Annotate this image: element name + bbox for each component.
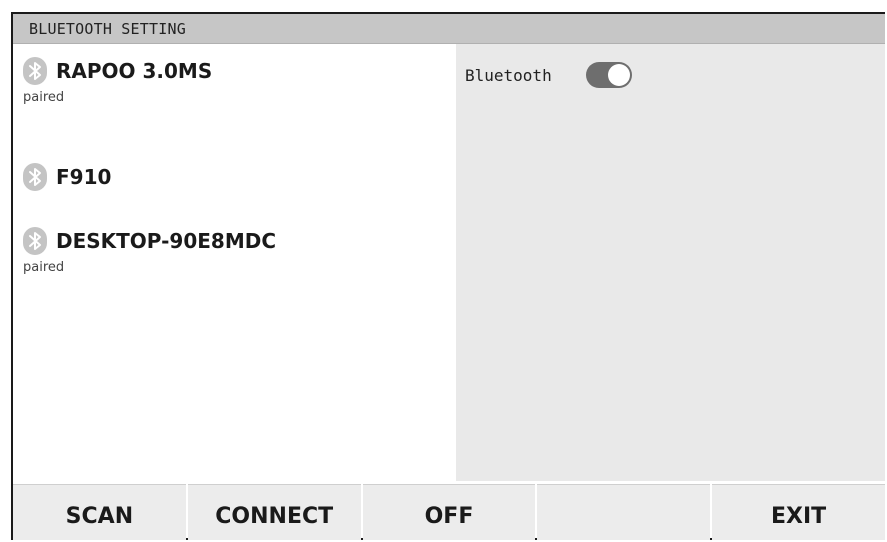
toggle-knob — [608, 64, 630, 86]
off-button[interactable]: OFF — [362, 484, 536, 540]
device-item-rapoo[interactable]: RAPOO 3.0MS paired — [23, 56, 212, 105]
device-name: RAPOO 3.0MS — [56, 59, 213, 83]
device-status: paired — [23, 260, 65, 275]
bluetooth-icon — [23, 57, 47, 85]
bluetooth-toggle-label: Bluetooth — [465, 66, 552, 85]
device-item-f910[interactable]: F910 — [23, 162, 111, 192]
device-status: paired — [23, 90, 65, 105]
blank-button[interactable] — [537, 484, 711, 540]
settings-panel: Bluetooth — [456, 44, 885, 481]
title-bar: BLUETOOTH SETTING — [13, 14, 885, 44]
button-bar: SCAN CONNECT OFF EXIT — [13, 484, 885, 540]
device-name: DESKTOP-90E8MDC — [56, 229, 277, 253]
exit-button[interactable]: EXIT — [712, 484, 885, 540]
connect-button[interactable]: CONNECT — [187, 484, 361, 540]
bluetooth-icon — [23, 163, 47, 191]
bluetooth-toggle[interactable] — [586, 62, 632, 88]
device-list: RAPOO 3.0MS paired F910 DESKTOP-90E8MDC … — [13, 44, 456, 481]
window-title: BLUETOOTH SETTING — [29, 20, 186, 38]
bluetooth-setting-window: BLUETOOTH SETTING RAPOO 3.0MS paired F91… — [11, 12, 885, 540]
device-item-desktop[interactable]: DESKTOP-90E8MDC paired — [23, 226, 276, 275]
device-name: F910 — [56, 165, 112, 189]
bluetooth-icon — [23, 227, 47, 255]
scan-button[interactable]: SCAN — [13, 484, 186, 540]
